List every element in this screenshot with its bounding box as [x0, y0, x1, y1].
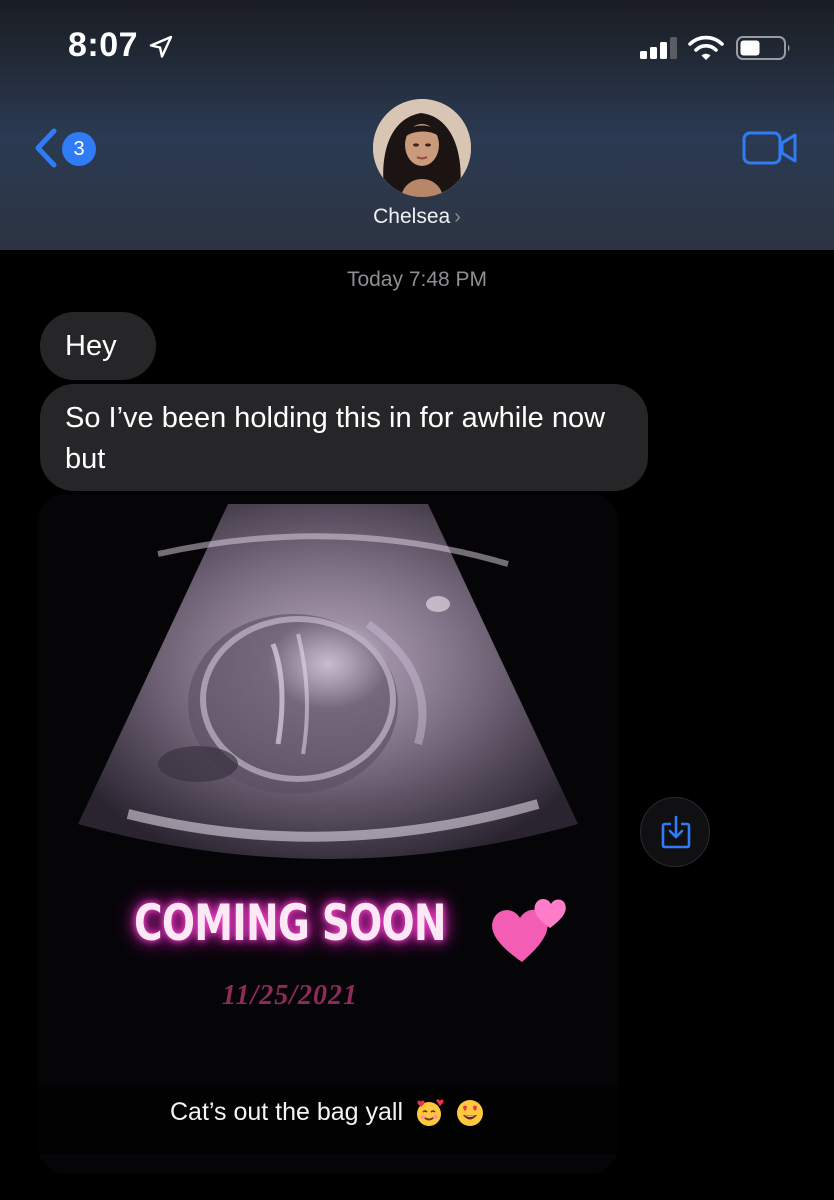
coming-soon-text: COMING SOON	[134, 894, 447, 952]
download-icon	[661, 815, 691, 849]
message-bubble[interactable]: So I’ve been holding this in for awhile …	[40, 384, 648, 491]
status-time: 8:07	[68, 26, 139, 64]
image-message[interactable]: COMING SOON 11/25/2021 Cat’s out the bag…	[38, 494, 618, 1174]
download-button[interactable]	[640, 797, 710, 867]
chevron-right-icon: ›	[454, 206, 461, 228]
video-camera-icon[interactable]	[742, 130, 798, 166]
contact-name: Chelsea	[373, 205, 451, 228]
back-button[interactable]: 3	[30, 124, 110, 174]
ultrasound-image	[38, 494, 618, 894]
unread-count-badge: 3	[62, 132, 96, 166]
caption-text: Cat’s out the bag yall	[170, 1098, 404, 1126]
heart-eyes-icon	[456, 1100, 483, 1127]
image-caption: Cat’s out the bag yall	[170, 1098, 485, 1128]
battery-icon	[736, 36, 790, 60]
conversation-header: 8:07 3 Chelsea ›	[0, 0, 834, 250]
location-arrow-icon	[149, 35, 173, 58]
contact-name-link[interactable]: Chelsea ›	[0, 205, 834, 229]
two-hearts-icon	[492, 898, 566, 962]
message-timestamp: Today 7:48 PM	[346, 268, 488, 291]
cellular-signal-icon	[640, 37, 677, 59]
avatar-photo	[373, 99, 471, 197]
smiling-face-with-hearts-icon	[416, 1099, 444, 1127]
chevron-left-icon	[35, 128, 57, 168]
message-bubble[interactable]: Hey	[40, 312, 156, 380]
due-date-text: 11/25/2021	[222, 980, 359, 1011]
wifi-icon	[688, 35, 724, 60]
avatar[interactable]	[373, 99, 471, 197]
